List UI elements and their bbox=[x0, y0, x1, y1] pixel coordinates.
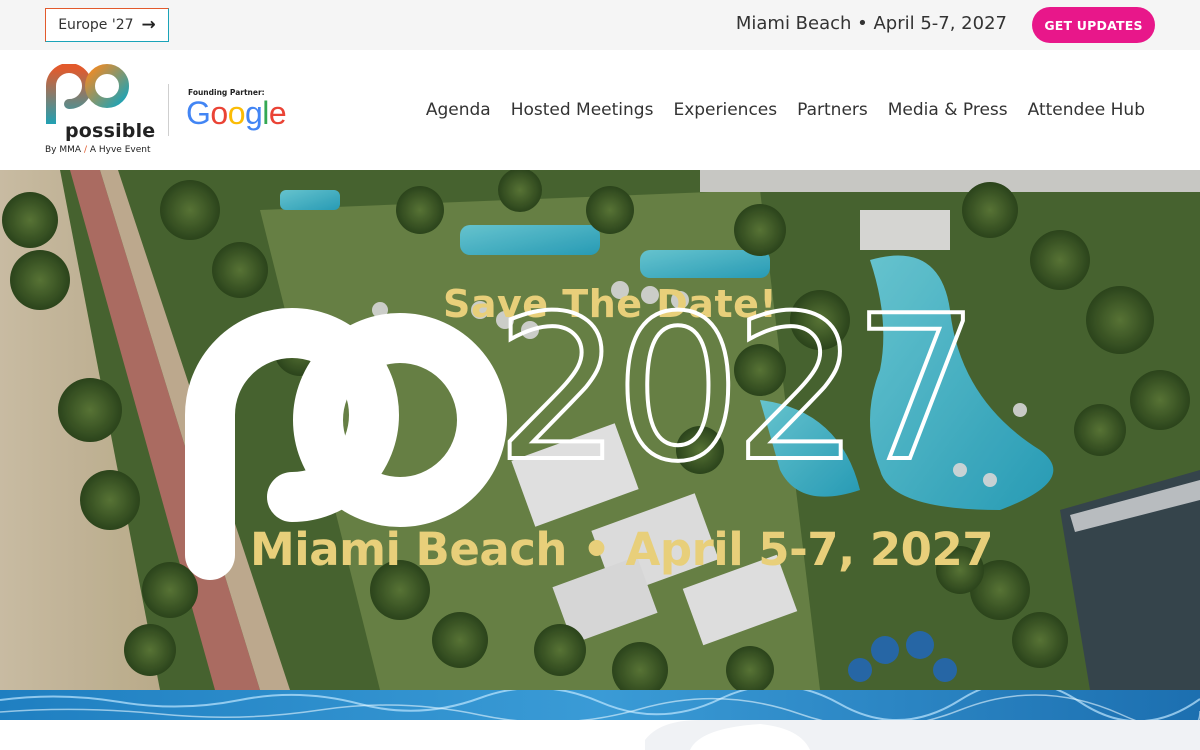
europe-27-button[interactable]: Europe '27 → bbox=[45, 8, 169, 42]
water-strip-image bbox=[0, 690, 1200, 720]
get-updates-button[interactable]: GET UPDATES bbox=[1032, 7, 1155, 43]
site-header: possible By MMA / A Hyve Event Founding … bbox=[0, 50, 1200, 170]
main-nav: Agenda Hosted Meetings Experiences Partn… bbox=[426, 100, 1145, 120]
po-logo-mark-icon bbox=[46, 63, 129, 131]
nav-partners[interactable]: Partners bbox=[797, 100, 868, 120]
logo-hyve: A Hyve Event bbox=[89, 145, 151, 155]
event-info: Miami Beach • April 5-7, 2027 bbox=[735, 13, 1007, 34]
nav-agenda[interactable]: Agenda bbox=[426, 100, 491, 120]
logo-word: possible bbox=[65, 120, 156, 142]
nav-experiences[interactable]: Experiences bbox=[673, 100, 777, 120]
europe-27-label: Europe '27 bbox=[58, 17, 134, 33]
bottom-decor-icon bbox=[645, 720, 1200, 750]
google-logo[interactable]: Google bbox=[186, 95, 287, 132]
nav-hosted-meetings[interactable]: Hosted Meetings bbox=[511, 100, 654, 120]
hero-year: 2027 bbox=[493, 273, 982, 506]
hero-banner: Save The Date! 2027 Miami Beach • April … bbox=[0, 170, 1200, 690]
logo-byline: By MMA / A Hyve Event bbox=[45, 145, 150, 155]
header-divider bbox=[168, 84, 169, 136]
logo-slash: / bbox=[83, 145, 87, 155]
possible-logo[interactable]: possible By MMA / A Hyve Event bbox=[45, 63, 160, 160]
hero-location-date: Miami Beach • April 5-7, 2027 bbox=[250, 523, 994, 576]
nav-media-press[interactable]: Media & Press bbox=[888, 100, 1008, 120]
logo-by-mma: By MMA bbox=[45, 145, 82, 155]
arrow-right-icon: → bbox=[141, 14, 156, 35]
nav-attendee-hub[interactable]: Attendee Hub bbox=[1028, 100, 1145, 120]
water-texture-icon bbox=[0, 690, 1200, 720]
bottom-section bbox=[0, 720, 1200, 750]
top-bar: Europe '27 → Miami Beach • April 5-7, 20… bbox=[0, 0, 1200, 50]
